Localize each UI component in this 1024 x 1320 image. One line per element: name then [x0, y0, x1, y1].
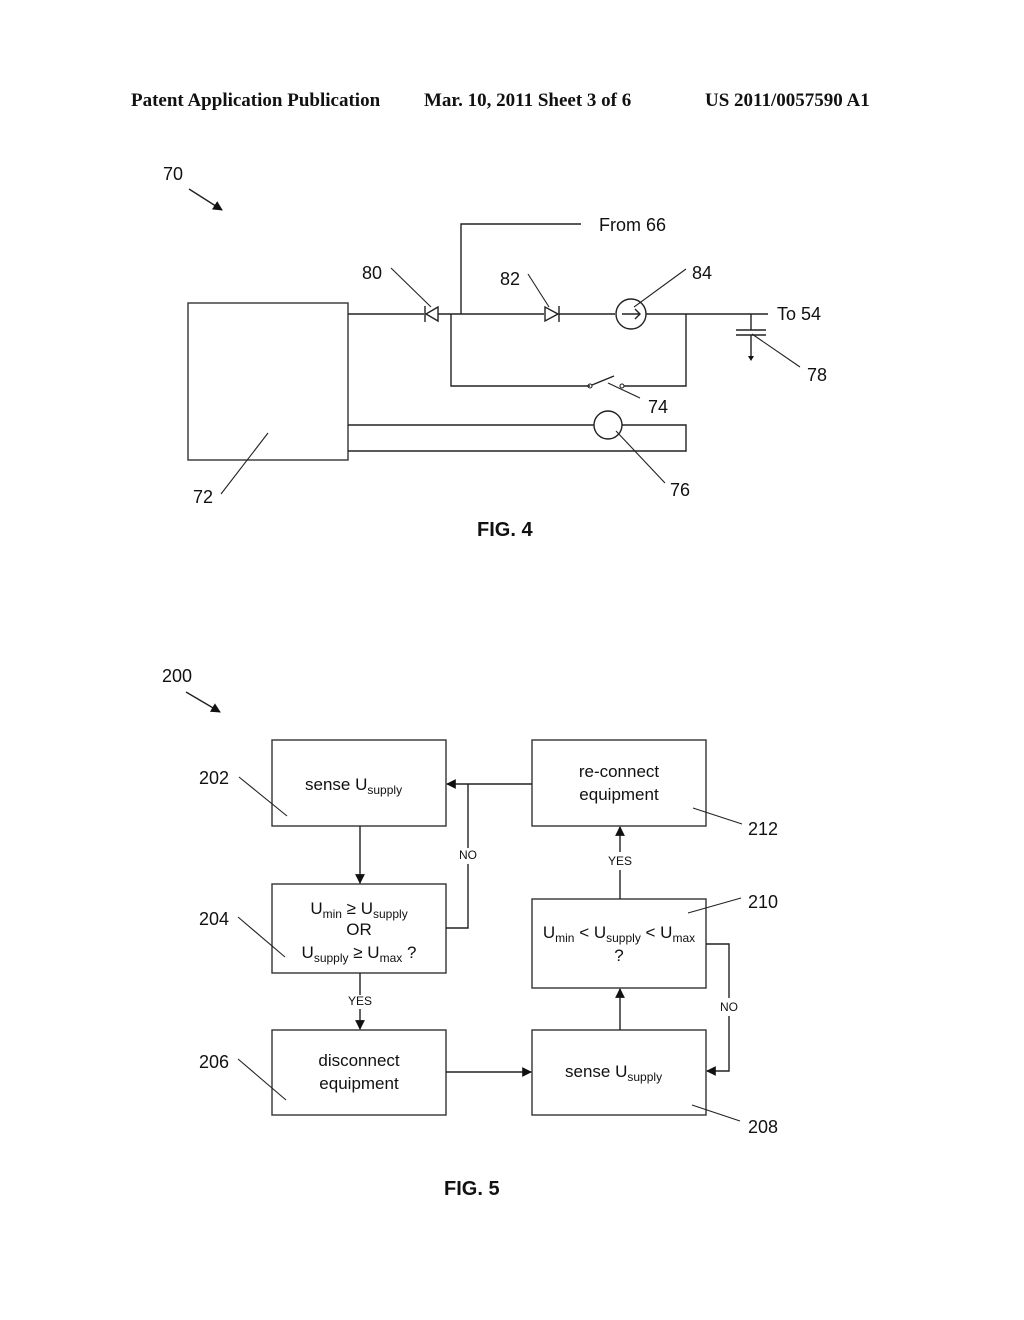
switch-74: [591, 375, 615, 386]
edge-210-no-b: [706, 1016, 730, 1076]
ref-208: 208: [748, 1117, 778, 1137]
ref-200-arrow: [185, 691, 221, 713]
edge-210-no-a: [706, 943, 730, 998]
wire-from-66: [460, 223, 581, 314]
ref-84: 84: [692, 263, 712, 283]
ref-206: 206: [199, 1052, 229, 1072]
meter-76: [593, 410, 623, 440]
bypass-wire: [450, 314, 590, 387]
diode-80: [424, 305, 439, 323]
box-206-line1: disconnect: [318, 1051, 400, 1070]
switch-contact: [619, 383, 625, 389]
ref-78: 78: [807, 365, 827, 385]
ref-70-arrow: [188, 188, 223, 211]
box-212-line1: re-connect: [579, 762, 660, 781]
leader-78: [751, 333, 801, 368]
leader-82: [527, 273, 550, 308]
leader-80: [390, 267, 432, 308]
ref-202: 202: [199, 768, 229, 788]
box-212-line2: equipment: [579, 785, 659, 804]
ref-212: 212: [748, 819, 778, 839]
wire: [348, 424, 687, 452]
capacitor-78: [736, 314, 766, 361]
edge-label-yes-210: YES: [608, 854, 632, 868]
figures-canvas: 70 72 80 From 66 82 84 To 54 74 78 76 FI…: [162, 164, 827, 1200]
edge-204-no-a: [446, 864, 469, 929]
ref-76: 76: [670, 480, 690, 500]
edge-label-no-210: NO: [720, 1000, 738, 1014]
fig5-caption: FIG. 5: [444, 1178, 500, 1200]
fig5: 200 sense Usupply 202 Umin ≥ Usupply OR …: [162, 666, 778, 1200]
ref-74: 74: [648, 397, 668, 417]
edge-label-yes-204: YES: [348, 994, 372, 1008]
leader-76: [615, 430, 666, 484]
ref-70: 70: [163, 164, 183, 184]
diode-82: [544, 305, 560, 323]
current-source-84: [615, 298, 647, 330]
to-54-label: To 54: [777, 304, 821, 324]
box-210-line2: ?: [614, 946, 623, 965]
ref-82: 82: [500, 269, 520, 289]
box-212-reconnect: [531, 739, 707, 827]
fig4-caption: FIG. 4: [477, 519, 533, 541]
ref-80: 80: [362, 263, 382, 283]
block-72: [187, 302, 349, 461]
from-66-label: From 66: [599, 215, 666, 235]
ref-72: 72: [193, 487, 213, 507]
ref-204: 204: [199, 909, 229, 929]
fig4: 70 72 80 From 66 82 84 To 54 74 78 76 FI…: [163, 164, 827, 541]
ref-200: 200: [162, 666, 192, 686]
box-204-line2: OR: [346, 920, 372, 939]
edge-label-no-204: NO: [459, 848, 477, 862]
ref-210: 210: [748, 892, 778, 912]
bypass-wire: [624, 314, 687, 387]
box-206-disconnect: [271, 1029, 447, 1116]
leader-84: [633, 268, 687, 308]
box-206-line2: equipment: [319, 1074, 399, 1093]
